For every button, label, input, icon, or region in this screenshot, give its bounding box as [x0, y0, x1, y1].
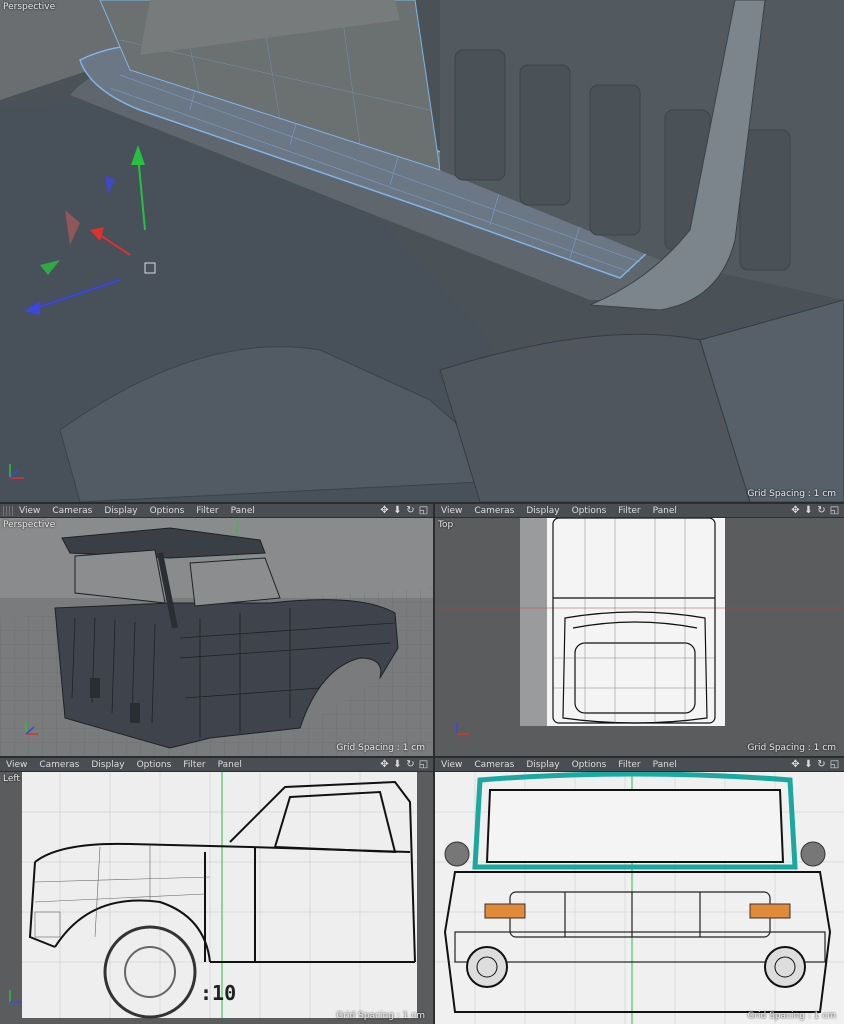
front-viewport[interactable]: Grid Spacing : 1 cm	[435, 772, 844, 1024]
viewport-label: Top	[438, 520, 454, 530]
perspective-truck-render	[0, 518, 433, 756]
grid-spacing-readout: Grid Spacing : 1 cm	[747, 743, 836, 753]
rotate-icon[interactable]: ↻	[405, 758, 416, 772]
blueprint-scale-text: :10	[200, 981, 236, 1005]
grid-spacing-readout: Grid Spacing : 1 cm	[747, 1011, 836, 1021]
menubar-left: View Cameras Display Options Filter Pane…	[0, 758, 433, 772]
move-icon[interactable]: ✥	[379, 504, 390, 518]
zoom-icon[interactable]: ⬇	[392, 504, 403, 518]
rotate-icon[interactable]: ↻	[816, 504, 827, 518]
grid-spacing-readout: Grid Spacing : 1 cm	[336, 743, 425, 753]
rotate-icon[interactable]: ↻	[405, 504, 416, 518]
menu-filter[interactable]: Filter	[612, 760, 646, 770]
zoom-icon[interactable]: ⬇	[803, 504, 814, 518]
menu-display[interactable]: Display	[98, 506, 143, 516]
axis-gizmo[interactable]	[20, 135, 180, 315]
menu-display[interactable]: Display	[85, 760, 130, 770]
viewport-label: Perspective	[3, 2, 56, 12]
panel-grip-icon[interactable]	[3, 505, 13, 516]
zoom-icon[interactable]: ⬇	[803, 758, 814, 772]
move-icon[interactable]: ✥	[379, 758, 390, 772]
maximize-icon[interactable]: ◱	[418, 758, 429, 772]
menu-view[interactable]: View	[435, 760, 468, 770]
front-view-render	[435, 772, 844, 1024]
menu-options[interactable]: Options	[566, 760, 613, 770]
left-view-render: :10	[22, 772, 417, 1019]
main-perspective-viewport[interactable]: Perspective Grid Spacing: 1 cm	[0, 0, 844, 502]
maximize-icon[interactable]: ◱	[829, 758, 840, 772]
menu-cameras[interactable]: Cameras	[468, 760, 520, 770]
viewport-label: Left	[3, 774, 20, 784]
menu-filter[interactable]: Filter	[612, 506, 646, 516]
menu-panel[interactable]: Panel	[212, 760, 248, 770]
zoom-icon[interactable]: ⬇	[392, 758, 403, 772]
menu-options[interactable]: Options	[131, 760, 178, 770]
menu-cameras[interactable]: Cameras	[468, 506, 520, 516]
menu-filter[interactable]: Filter	[190, 506, 224, 516]
rotate-icon[interactable]: ↻	[816, 758, 827, 772]
world-axis-icon	[9, 464, 24, 479]
menu-view[interactable]: View	[0, 760, 33, 770]
grid-spacing-readout: Grid Spacing : 1 cm	[747, 489, 836, 499]
menu-panel[interactable]: Panel	[647, 760, 683, 770]
menu-panel[interactable]: Panel	[647, 506, 683, 516]
menu-view[interactable]: View	[435, 506, 468, 516]
menu-options[interactable]: Options	[144, 506, 191, 516]
menubar-top: View Cameras Display Options Filter Pane…	[435, 504, 844, 518]
left-viewport[interactable]: Left :10 Grid Spacing: 1 cm	[0, 772, 433, 1024]
world-axis-icon	[456, 722, 469, 735]
perspective-viewport[interactable]: Perspective Grid Spacing: 1 cm	[0, 518, 433, 756]
grid-spacing-readout: Grid Spacing : 1 cm	[336, 1011, 425, 1021]
top-viewport[interactable]: Top Grid Spacing : 1 cm	[435, 518, 844, 756]
menu-filter[interactable]: Filter	[177, 760, 211, 770]
menubar-perspective: View Cameras Display Options Filter Pane…	[0, 504, 433, 518]
menubar-front: View Cameras Display Options Filter Pane…	[435, 758, 844, 772]
menu-options[interactable]: Options	[566, 506, 613, 516]
move-icon[interactable]: ✥	[790, 758, 801, 772]
menu-cameras[interactable]: Cameras	[46, 506, 98, 516]
menu-cameras[interactable]: Cameras	[33, 760, 85, 770]
world-axis-icon	[9, 990, 22, 1003]
menu-display[interactable]: Display	[520, 506, 565, 516]
move-icon[interactable]: ✥	[790, 504, 801, 518]
maximize-icon[interactable]: ◱	[829, 504, 840, 518]
menu-view[interactable]: View	[13, 506, 46, 516]
maximize-icon[interactable]: ◱	[418, 504, 429, 518]
top-view-render	[435, 518, 844, 726]
world-axis-icon	[25, 722, 38, 735]
menu-panel[interactable]: Panel	[225, 506, 261, 516]
menu-display[interactable]: Display	[520, 760, 565, 770]
viewport-label: Perspective	[3, 520, 56, 530]
